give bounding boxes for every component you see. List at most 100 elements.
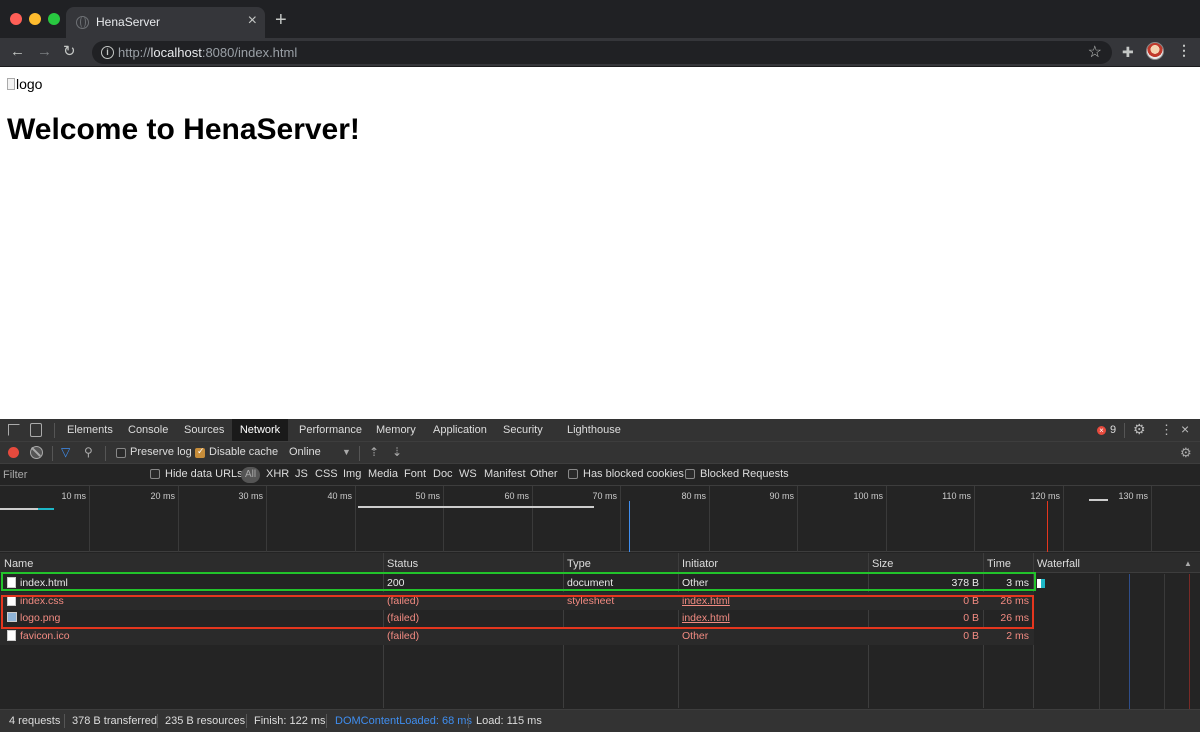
maximize-window-button[interactable]: [48, 13, 60, 25]
tab-console[interactable]: Console: [128, 419, 168, 441]
overview-tick-label: 100 ms: [853, 491, 883, 501]
close-tab-icon[interactable]: ×: [248, 12, 257, 30]
preserve-log-label[interactable]: Preserve log: [130, 446, 192, 458]
filter-bar: Hide data URLs All XHR JS CSS Img Media …: [0, 464, 1200, 486]
minimize-window-button[interactable]: [29, 13, 41, 25]
tab-performance[interactable]: Performance: [299, 419, 362, 441]
devtools-more-icon[interactable]: ⋮: [1160, 422, 1173, 438]
blocked-requests-label[interactable]: Blocked Requests: [700, 468, 789, 480]
overview-gridline: [532, 486, 533, 552]
extensions-puzzle-icon[interactable]: ✚: [1122, 44, 1134, 61]
type-filter-css[interactable]: CSS: [315, 468, 338, 480]
type-filter-js[interactable]: JS: [295, 468, 308, 480]
forward-arrow-icon[interactable]: →: [37, 43, 52, 61]
browser-tab[interactable]: HenaServer ×: [66, 7, 265, 38]
overview-tick-label: 70 ms: [592, 491, 617, 501]
bookmark-star-icon[interactable]: ☆: [1088, 42, 1102, 62]
network-toolbar: ▽ ⚲ Preserve log Disable cache Online ▼ …: [0, 442, 1200, 464]
summary-dom-content-loaded: DOMContentLoaded: 68 ms: [335, 715, 472, 727]
separator: [326, 714, 327, 728]
overview-gridline: [974, 486, 975, 552]
blocked-requests-checkbox[interactable]: [685, 469, 695, 479]
overview-gridline: [797, 486, 798, 552]
tab-application[interactable]: Application: [433, 419, 487, 441]
info-icon[interactable]: i: [101, 46, 114, 59]
devtools-settings-gear-icon[interactable]: ⚙: [1133, 421, 1146, 438]
type-filter-all[interactable]: All: [241, 467, 261, 483]
url-text[interactable]: http://localhost:8080/index.html: [118, 45, 297, 60]
tab-security[interactable]: Security: [503, 419, 543, 441]
column-header-size[interactable]: Size: [872, 558, 893, 570]
column-header-time[interactable]: Time: [987, 558, 1011, 570]
type-filter-other[interactable]: Other: [530, 468, 558, 480]
load-marker: [1047, 501, 1048, 552]
new-tab-button[interactable]: +: [275, 10, 287, 30]
preserve-log-checkbox[interactable]: [116, 448, 126, 458]
tab-sources[interactable]: Sources: [184, 419, 224, 441]
type-filter-img[interactable]: Img: [343, 468, 361, 480]
network-overview-timeline[interactable]: 10 ms 20 ms 30 ms 40 ms 50 ms 60 ms 70 ms 80 ms…: [0, 486, 1200, 552]
hide-data-urls-label[interactable]: Hide data URLs: [165, 468, 243, 480]
error-count-badge[interactable]: × 9: [1097, 424, 1116, 436]
devtools-close-icon[interactable]: ×: [1181, 421, 1189, 437]
globe-icon: [76, 16, 89, 29]
browser-tab-title: HenaServer: [96, 15, 161, 29]
filter-funnel-icon[interactable]: ▽: [61, 445, 70, 459]
import-har-icon[interactable]: ⇡: [369, 445, 379, 459]
chevron-down-icon[interactable]: ▼: [342, 447, 351, 457]
has-blocked-cookies-checkbox[interactable]: [568, 469, 578, 479]
network-settings-gear-icon[interactable]: ⚙: [1180, 445, 1192, 461]
tab-elements[interactable]: Elements: [67, 419, 113, 441]
overview-gridline: [89, 486, 90, 552]
reload-icon[interactable]: ↻: [63, 43, 76, 61]
disable-cache-label[interactable]: Disable cache: [209, 446, 278, 458]
type-filter-media[interactable]: Media: [368, 468, 398, 480]
browser-toolbar: ← → ↻ i http://localhost:8080/index.html…: [0, 38, 1200, 67]
search-icon[interactable]: ⚲: [84, 445, 93, 459]
close-window-button[interactable]: [10, 13, 22, 25]
separator: [64, 714, 65, 728]
type-filter-doc[interactable]: Doc: [433, 468, 453, 480]
throttling-select[interactable]: Online: [289, 446, 321, 458]
overview-tick-label: 120 ms: [1030, 491, 1060, 501]
export-har-icon[interactable]: ⇣: [392, 445, 402, 459]
column-header-initiator[interactable]: Initiator: [682, 558, 718, 570]
separator: [52, 446, 53, 461]
hide-data-urls-checkbox[interactable]: [150, 469, 160, 479]
inspect-element-icon[interactable]: [8, 424, 20, 436]
sort-ascending-icon[interactable]: ▲: [1184, 559, 1192, 568]
overview-gridline: [355, 486, 356, 552]
overview-gridline: [1151, 486, 1152, 552]
browser-menu-icon[interactable]: ⋮: [1177, 42, 1191, 59]
tab-memory[interactable]: Memory: [376, 419, 416, 441]
clear-button[interactable]: [30, 446, 43, 459]
column-header-type[interactable]: Type: [567, 558, 591, 570]
request-name[interactable]: favicon.ico: [20, 630, 70, 642]
tab-lighthouse[interactable]: Lighthouse: [567, 419, 621, 441]
disable-cache-checkbox[interactable]: [195, 446, 205, 458]
column-header-name[interactable]: Name: [4, 558, 33, 570]
type-filter-font[interactable]: Font: [404, 468, 426, 480]
tab-network[interactable]: Network: [232, 419, 288, 441]
overview-tick-label: 20 ms: [150, 491, 175, 501]
separator: [54, 423, 55, 438]
column-header-status[interactable]: Status: [387, 558, 418, 570]
address-bar[interactable]: i http://localhost:8080/index.html ☆: [92, 41, 1112, 64]
type-filter-ws[interactable]: WS: [459, 468, 477, 480]
device-toolbar-icon[interactable]: [30, 423, 42, 437]
type-filter-manifest[interactable]: Manifest: [484, 468, 526, 480]
request-row[interactable]: favicon.ico (failed) Other 0 B 2 ms: [0, 626, 1034, 645]
request-initiator: Other: [682, 629, 709, 642]
overview-tick-label: 60 ms: [504, 491, 529, 501]
separator: [105, 446, 106, 461]
type-filter-xhr[interactable]: XHR: [266, 468, 289, 480]
has-blocked-cookies-label[interactable]: Has blocked cookies: [583, 468, 684, 480]
column-header-waterfall[interactable]: Waterfall: [1037, 558, 1080, 570]
profile-avatar[interactable]: [1146, 42, 1164, 60]
separator: [157, 714, 158, 728]
back-arrow-icon[interactable]: ←: [10, 43, 25, 61]
record-button[interactable]: [8, 447, 19, 458]
overview-request-bar: [38, 508, 54, 510]
filter-input[interactable]: [3, 467, 140, 483]
separator: [468, 714, 469, 728]
